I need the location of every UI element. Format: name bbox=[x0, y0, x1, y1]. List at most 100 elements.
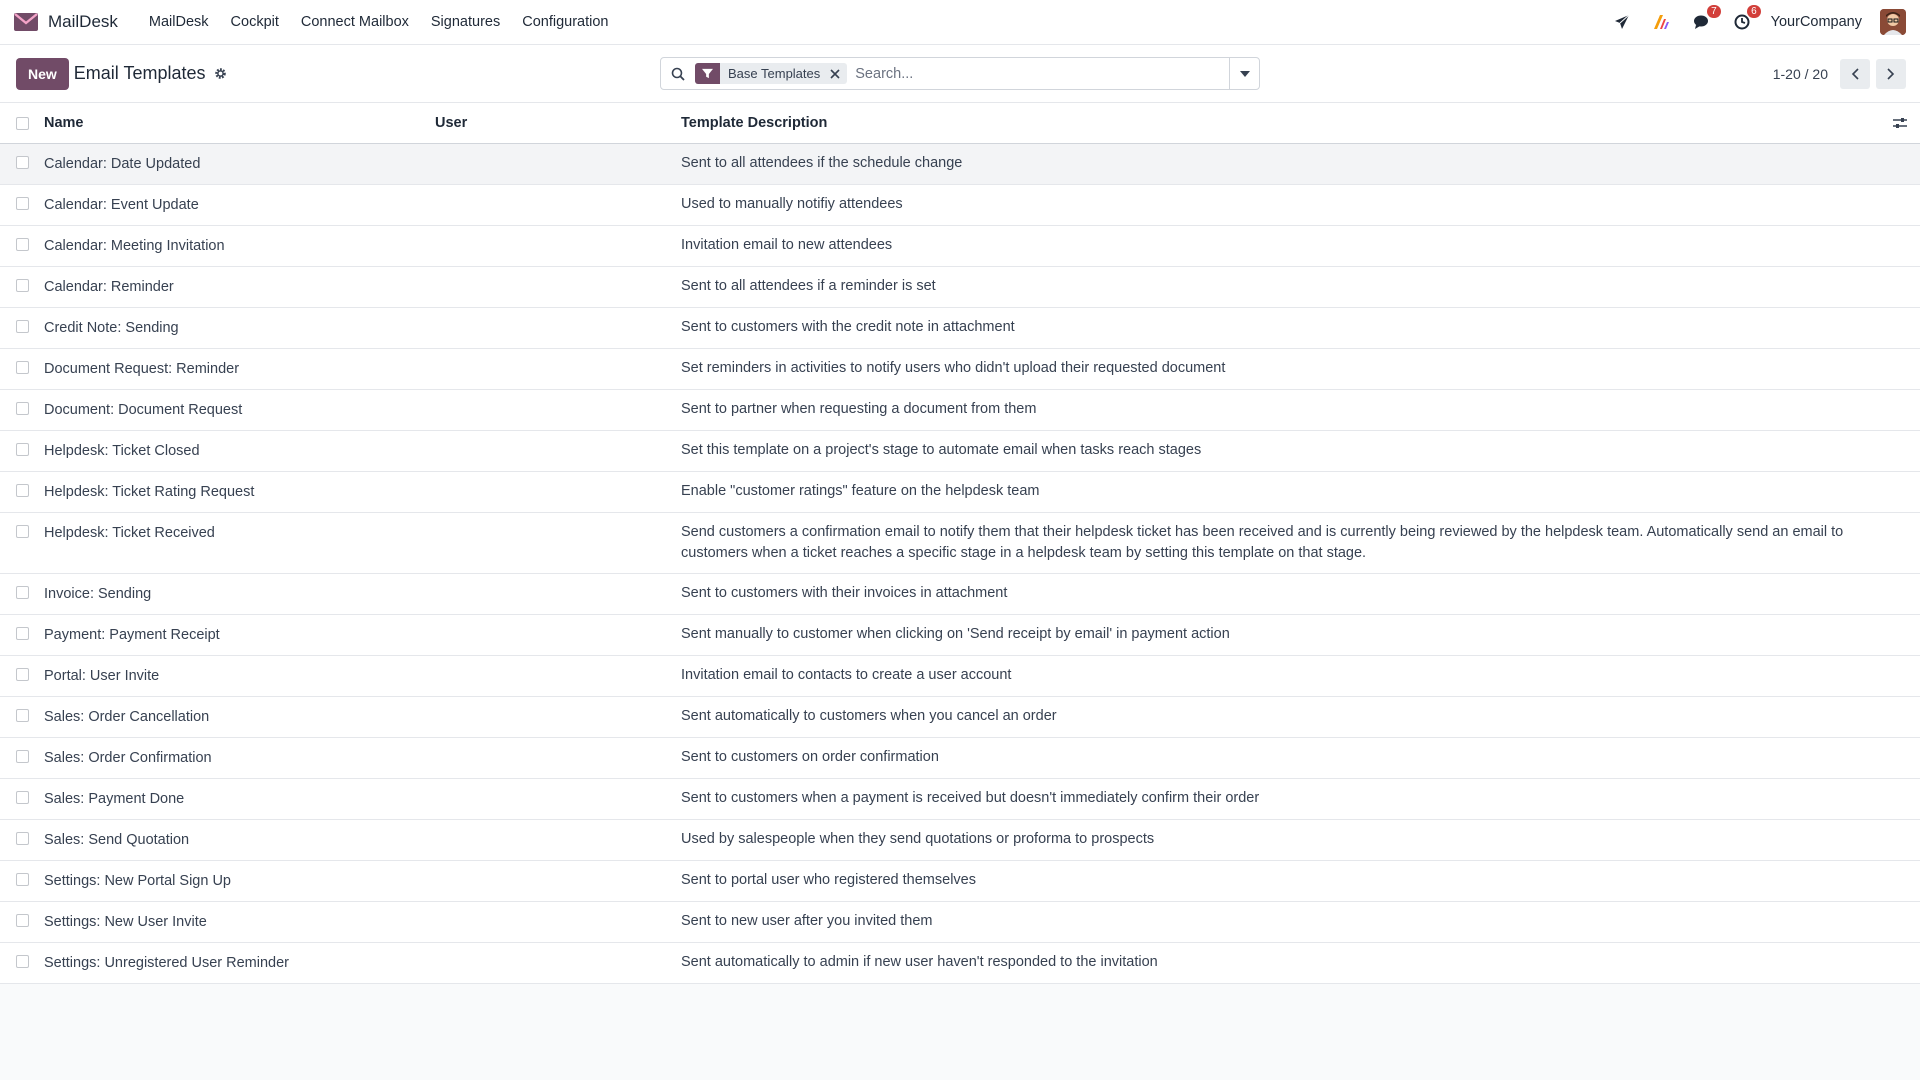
row-checkbox[interactable] bbox=[15, 238, 29, 251]
table-row[interactable]: Calendar: Meeting Invitation Invitation e… bbox=[0, 226, 1920, 267]
table-row[interactable]: Helpdesk: Ticket Rating Request Enable "c… bbox=[0, 472, 1920, 513]
row-checkbox[interactable] bbox=[15, 750, 29, 763]
app-name: MailDesk bbox=[48, 12, 118, 31]
table-row[interactable]: Credit Note: Sending Sent to customers wi… bbox=[0, 308, 1920, 349]
menu-item-connect-mailbox[interactable]: Connect Mailbox bbox=[290, 14, 420, 30]
table-row[interactable]: Document Request: Reminder Set reminders … bbox=[0, 349, 1920, 390]
caret-down-icon bbox=[1239, 70, 1250, 77]
template-name: Sales: Payment Done bbox=[44, 791, 185, 807]
table-row[interactable]: Payment: Payment Receipt Sent manually to… bbox=[0, 615, 1920, 656]
table-row[interactable]: Settings: Unregistered User Reminder Sent… bbox=[0, 943, 1920, 984]
template-description: Send customers a confirmation email to n… bbox=[681, 524, 1844, 561]
table-row[interactable]: Sales: Payment Done Sent to customers whe… bbox=[0, 779, 1920, 820]
chat-icon[interactable]: 7 bbox=[1691, 5, 1721, 33]
column-header-description[interactable]: Template Description bbox=[681, 113, 1880, 134]
search-facet: Base Templates bbox=[695, 63, 848, 84]
row-checkbox[interactable] bbox=[15, 443, 29, 456]
template-description: Used to manually notifiy attendees bbox=[681, 196, 903, 212]
template-description: Sent automatically to customers when you… bbox=[681, 708, 1057, 724]
template-name: Helpdesk: Ticket Rating Request bbox=[44, 484, 255, 500]
pager: 1-20 / 20 bbox=[1773, 45, 1906, 103]
pager-next-button[interactable] bbox=[1876, 59, 1906, 89]
row-checkbox[interactable] bbox=[15, 320, 29, 333]
chevron-right-icon bbox=[1887, 68, 1895, 80]
row-checkbox[interactable] bbox=[15, 955, 29, 968]
row-checkbox[interactable] bbox=[15, 361, 29, 374]
template-name: Sales: Order Confirmation bbox=[44, 750, 212, 766]
row-checkbox[interactable] bbox=[15, 586, 29, 599]
row-checkbox[interactable] bbox=[15, 402, 29, 415]
select-all-checkbox[interactable] bbox=[15, 116, 29, 130]
template-user bbox=[435, 144, 681, 164]
table-row[interactable]: Calendar: Event Update Used to manually n… bbox=[0, 185, 1920, 226]
table-row[interactable]: Settings: New User Invite Sent to new use… bbox=[0, 902, 1920, 943]
row-checkbox[interactable] bbox=[15, 279, 29, 292]
template-description: Sent to customers with their invoices in… bbox=[681, 585, 1008, 601]
table-row[interactable]: Document: Document Request Sent to partne… bbox=[0, 390, 1920, 431]
menu-item-maildesk[interactable]: MailDesk bbox=[138, 14, 220, 30]
template-user bbox=[435, 431, 681, 451]
row-checkbox[interactable] bbox=[15, 709, 29, 722]
activity-clock-icon[interactable]: 6 bbox=[1731, 5, 1761, 33]
brand[interactable]: MailDesk bbox=[14, 12, 118, 32]
template-name: Document: Document Request bbox=[44, 402, 243, 418]
row-checkbox[interactable] bbox=[15, 197, 29, 210]
template-user bbox=[435, 349, 681, 369]
template-user bbox=[435, 779, 681, 799]
new-button[interactable]: New bbox=[16, 57, 69, 90]
column-header-name[interactable]: Name bbox=[44, 115, 435, 131]
template-description: Enable "customer ratings" feature on the… bbox=[681, 483, 1040, 499]
row-checkbox[interactable] bbox=[15, 484, 29, 497]
search-options-toggle[interactable] bbox=[1229, 58, 1259, 89]
row-checkbox[interactable] bbox=[15, 156, 29, 169]
table-row[interactable]: Calendar: Reminder Sent to all attendees … bbox=[0, 267, 1920, 308]
optional-columns-icon[interactable] bbox=[1880, 117, 1920, 129]
template-user bbox=[435, 943, 681, 963]
column-header-user[interactable]: User bbox=[435, 115, 681, 131]
row-select-cell bbox=[0, 349, 44, 374]
pager-value[interactable]: 1-20 / 20 bbox=[1773, 66, 1828, 82]
search-input[interactable] bbox=[851, 65, 1229, 82]
table-row[interactable]: Helpdesk: Ticket Received Send customers … bbox=[0, 513, 1920, 574]
template-user bbox=[435, 615, 681, 635]
table-row[interactable]: Helpdesk: Ticket Closed Set this template… bbox=[0, 431, 1920, 472]
search-icon[interactable] bbox=[661, 67, 695, 81]
row-checkbox[interactable] bbox=[15, 627, 29, 640]
table-row[interactable]: Sales: Order Confirmation Sent to custome… bbox=[0, 738, 1920, 779]
template-description: Sent to customers with the credit note i… bbox=[681, 319, 1015, 335]
row-checkbox[interactable] bbox=[15, 832, 29, 845]
table-row[interactable]: Sales: Order Cancellation Sent automatica… bbox=[0, 697, 1920, 738]
table-row[interactable]: Calendar: Date Updated Sent to all attend… bbox=[0, 144, 1920, 185]
row-select-cell bbox=[0, 779, 44, 804]
template-description: Sent to all attendees if a reminder is s… bbox=[681, 278, 936, 294]
row-checkbox[interactable] bbox=[15, 668, 29, 681]
row-checkbox[interactable] bbox=[15, 873, 29, 886]
pager-previous-button[interactable] bbox=[1840, 59, 1870, 89]
row-select-cell bbox=[0, 390, 44, 415]
menu-item-cockpit[interactable]: Cockpit bbox=[220, 14, 290, 30]
app-logo-icon[interactable] bbox=[1651, 11, 1673, 33]
row-checkbox[interactable] bbox=[15, 791, 29, 804]
template-name: Credit Note: Sending bbox=[44, 320, 179, 336]
gear-icon[interactable] bbox=[214, 67, 227, 80]
user-avatar[interactable] bbox=[1880, 9, 1906, 35]
template-user bbox=[435, 738, 681, 758]
row-checkbox[interactable] bbox=[15, 914, 29, 927]
search-bar: Base Templates bbox=[660, 57, 1260, 90]
paper-plane-icon[interactable] bbox=[1611, 11, 1633, 33]
template-user bbox=[435, 472, 681, 492]
table-row[interactable]: Settings: New Portal Sign Up Sent to port… bbox=[0, 861, 1920, 902]
template-description: Sent to customers on order confirmation bbox=[681, 749, 939, 765]
template-description: Invitation email to contacts to create a… bbox=[681, 667, 1012, 683]
menu-item-signatures[interactable]: Signatures bbox=[420, 14, 511, 30]
menu-item-configuration[interactable]: Configuration bbox=[511, 14, 619, 30]
table-row[interactable]: Portal: User Invite Invitation email to c… bbox=[0, 656, 1920, 697]
row-select-cell bbox=[0, 820, 44, 845]
table-row[interactable]: Invoice: Sending Sent to customers with t… bbox=[0, 574, 1920, 615]
row-checkbox[interactable] bbox=[15, 525, 29, 538]
table-row[interactable]: Sales: Send Quotation Used by salespeople… bbox=[0, 820, 1920, 861]
facet-close-icon[interactable] bbox=[826, 68, 847, 79]
filter-icon bbox=[695, 63, 720, 84]
company-switcher[interactable]: YourCompany bbox=[1771, 14, 1862, 30]
control-panel: New Email Templates Base Templates 1-20 … bbox=[0, 45, 1920, 103]
